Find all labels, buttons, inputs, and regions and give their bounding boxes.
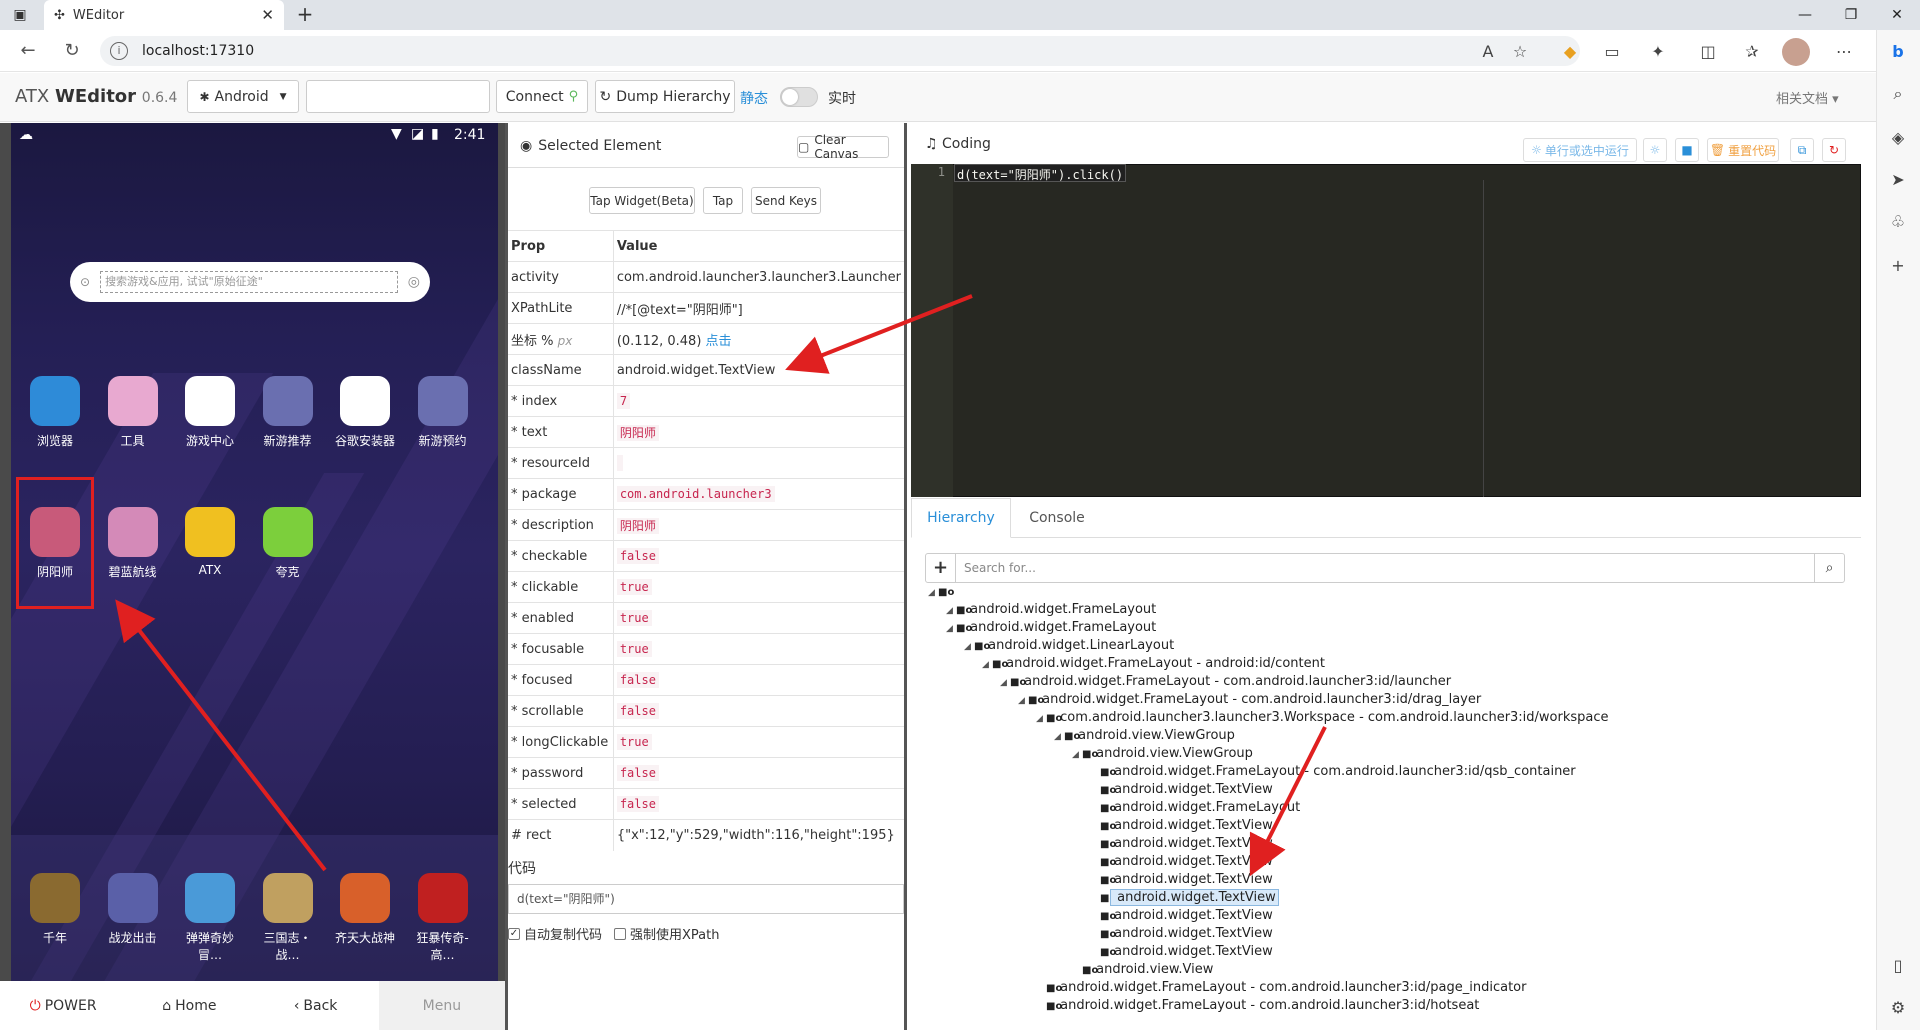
annotation-arrows <box>115 294 1327 877</box>
arrow-to-tree-node <box>1249 726 1327 877</box>
arrow-to-phone-app <box>115 599 327 872</box>
arrow-to-classname <box>785 294 973 374</box>
